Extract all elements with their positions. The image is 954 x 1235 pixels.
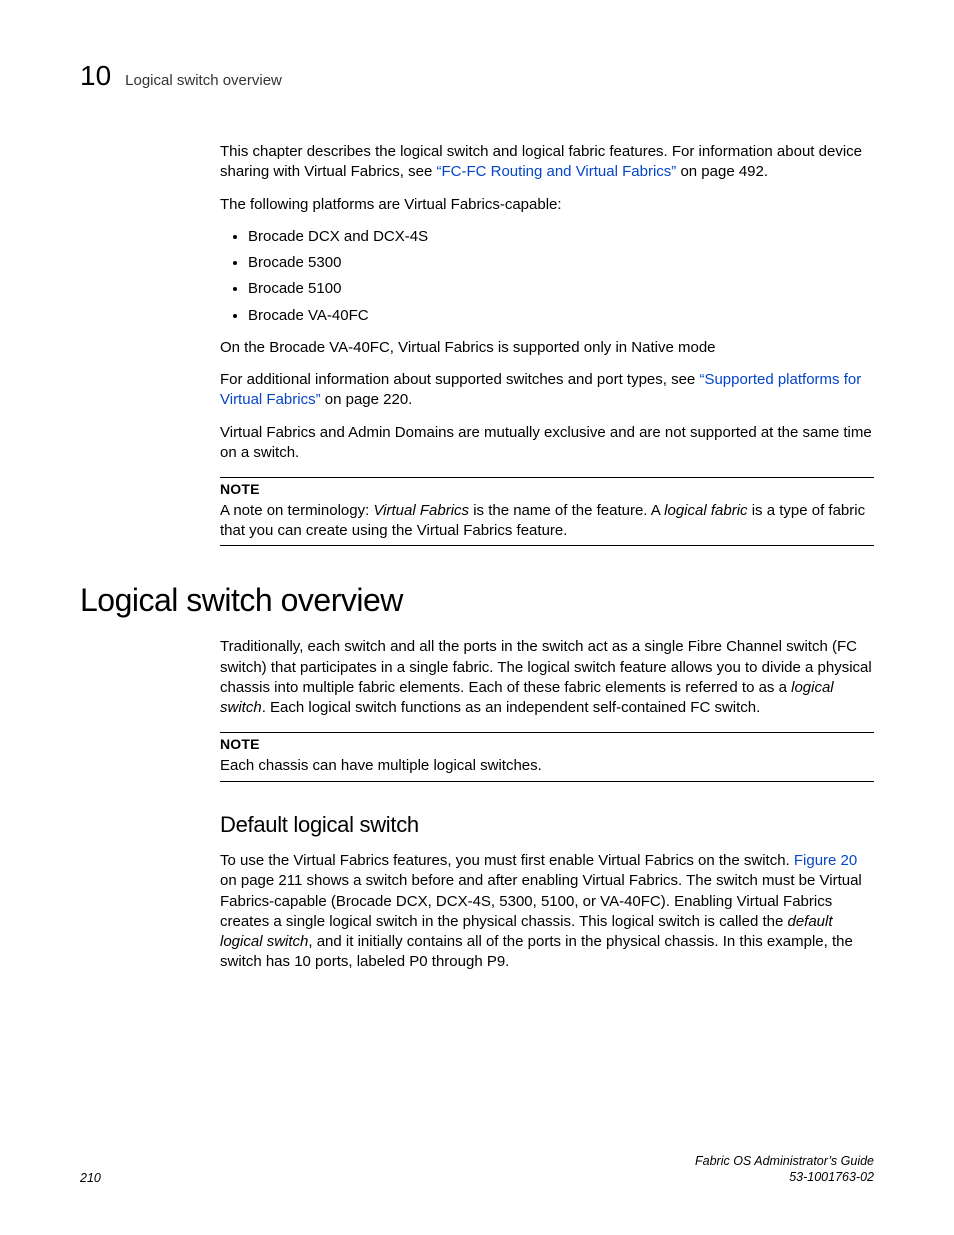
note-rule [220,545,874,546]
page-header: 10 Logical switch overview [80,60,874,92]
chapter-number: 10 [80,60,111,92]
note-block-2: NOTE Each chassis can have multiple logi… [220,732,874,781]
section-paragraph-1: Traditionally, each switch and all the p… [220,637,874,718]
note-rule [220,477,874,478]
note-label: NOTE [220,735,874,754]
emphasis: logical fabric [664,502,747,519]
text: To use the Virtual Fabrics features, you… [220,852,794,869]
subsection-heading-default-logical-switch: Default logical switch [220,810,874,840]
header-title: Logical switch overview [125,72,282,89]
platform-list: Brocade DCX and DCX-4S Brocade 5300 Broc… [220,227,874,326]
list-item: Brocade 5300 [248,253,874,273]
link-figure-20[interactable]: Figure 20 [794,852,857,869]
footer-doc-number: 53-1001763-02 [695,1169,874,1185]
text: For additional information about support… [220,371,699,388]
note-label: NOTE [220,480,874,499]
text: on page 492. [676,163,768,180]
note-text: Each chassis can have multiple logical s… [220,756,874,776]
link-fcfc-routing[interactable]: “FC-FC Routing and Virtual Fabrics” [436,163,676,180]
list-item: Brocade DCX and DCX-4S [248,227,874,247]
note-rule [220,732,874,733]
note-text: A note on terminology: Virtual Fabrics i… [220,501,874,542]
page-number: 210 [80,1171,101,1185]
footer-guide-title: Fabric OS Administrator’s Guide [695,1153,874,1169]
footer-right: Fabric OS Administrator’s Guide 53-10017… [695,1153,874,1186]
intro-paragraph-1: This chapter describes the logical switc… [220,142,874,183]
intro-paragraph-5: Virtual Fabrics and Admin Domains are mu… [220,423,874,464]
list-item: Brocade VA-40FC [248,306,874,326]
section-content: Traditionally, each switch and all the p… [220,637,874,972]
note-rule [220,781,874,782]
text: , and it initially contains all of the p… [220,933,853,970]
page-footer: 210 Fabric OS Administrator’s Guide 53-1… [80,1153,874,1186]
text: on page 220. [321,391,413,408]
section-paragraph-2: To use the Virtual Fabrics features, you… [220,851,874,973]
emphasis: Virtual Fabrics [373,502,469,519]
intro-paragraph-2: The following platforms are Virtual Fabr… [220,195,874,215]
text: . Each logical switch functions as an in… [262,699,761,716]
text: A note on terminology: [220,502,373,519]
section-heading-logical-switch-overview: Logical switch overview [80,582,874,619]
page: 10 Logical switch overview This chapter … [0,0,954,1235]
text: Traditionally, each switch and all the p… [220,638,872,696]
list-item: Brocade 5100 [248,279,874,299]
body-content: This chapter describes the logical switc… [220,142,874,546]
text: on page 211 shows a switch before and af… [220,872,862,930]
intro-paragraph-4: For additional information about support… [220,370,874,411]
text: is the name of the feature. A [469,502,664,519]
intro-paragraph-3: On the Brocade VA-40FC, Virtual Fabrics … [220,338,874,358]
note-block-1: NOTE A note on terminology: Virtual Fabr… [220,477,874,546]
